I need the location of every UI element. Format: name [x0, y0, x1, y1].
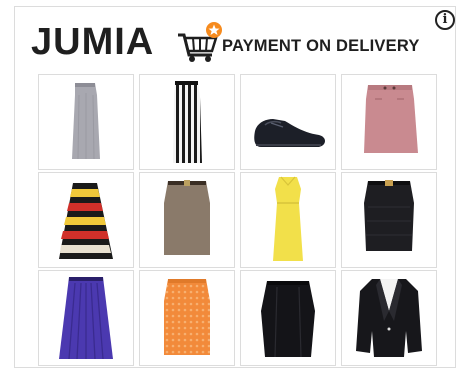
brand-name: JUMIA: [31, 21, 155, 63]
black-blazer-icon: [356, 279, 422, 357]
product-grid: [38, 74, 442, 368]
product-tile[interactable]: [341, 270, 437, 366]
orange-lace-skirt-icon: [164, 279, 210, 355]
product-tile[interactable]: [38, 172, 134, 268]
product-tile[interactable]: [139, 270, 235, 366]
pink-pencil-skirt-icon: [364, 85, 418, 153]
black-tulip-skirt-icon: [261, 281, 315, 358]
product-tile[interactable]: [341, 172, 437, 268]
jumia-logo[interactable]: JUMIA: [31, 21, 222, 63]
striped-maxi-skirt-icon: [173, 81, 202, 163]
grey-maxi-skirt-icon: [72, 83, 100, 160]
black-leather-shoe-icon: [254, 119, 325, 147]
info-button[interactable]: i: [435, 10, 455, 30]
product-tile[interactable]: [240, 172, 336, 268]
product-tile[interactable]: [240, 74, 336, 170]
product-tile[interactable]: [139, 172, 235, 268]
payment-on-delivery-tagline: PAYMENT ON DELIVERY: [222, 37, 420, 55]
product-tile[interactable]: [38, 74, 134, 170]
striped-flared-skirt-icon: [59, 183, 113, 259]
info-icon: i: [442, 12, 448, 27]
shopping-cart-icon: [178, 22, 222, 62]
jumia-ad-banner[interactable]: JUMIA PAYMENT ON DELIVERY i: [14, 6, 456, 368]
purple-pleated-skirt-icon: [59, 277, 113, 360]
brown-pencil-skirt-icon: [164, 180, 210, 255]
product-tile[interactable]: [139, 74, 235, 170]
black-pencil-skirt-icon: [364, 180, 414, 251]
product-tile[interactable]: [341, 74, 437, 170]
yellow-dress-icon: [273, 176, 303, 261]
product-tile[interactable]: [240, 270, 336, 366]
product-tile[interactable]: [38, 270, 134, 366]
ad-header: JUMIA PAYMENT ON DELIVERY i: [15, 7, 457, 69]
